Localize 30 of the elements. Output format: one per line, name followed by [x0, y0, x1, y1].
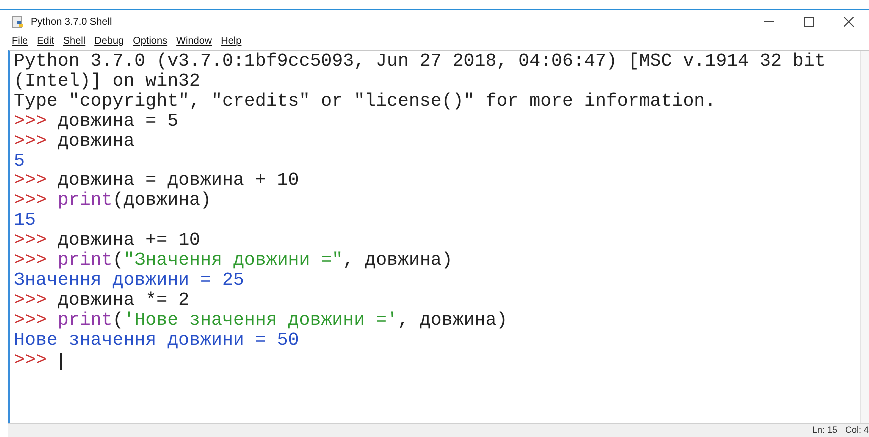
status-text: Col: 4: [845, 424, 869, 437]
console-line: 5: [14, 152, 25, 172]
console-line: >>> довжина += 10: [14, 232, 201, 252]
console-line: Нове значення довжини = 50: [14, 332, 300, 352]
console-line: >>> довжина = довжина + 10: [14, 172, 300, 192]
menu-item[interactable]: Shell: [63, 36, 86, 47]
menu-item[interactable]: Window: [176, 36, 212, 47]
console-line: >>> довжина = 5: [14, 112, 179, 133]
scrollbar[interactable]: [860, 51, 869, 423]
console-line: >>> print("Значення довжини =", довжина): [14, 252, 453, 272]
console-line: (Intel)] on win32: [14, 72, 200, 92]
menu-item[interactable]: File: [12, 36, 28, 47]
console-line: 15: [14, 212, 36, 232]
console-line: >>> print('Нове значення довжини =', довжина): [14, 312, 508, 332]
console-line: Python 3.7.0 (v3.7.0:1bf9cc5093, Jun 27 2018, 04:06:47) [MSC v.1914 32 bit: [14, 53, 826, 72]
console-line: >>> довжина *= 2: [14, 292, 190, 312]
menu-item[interactable]: Help: [221, 36, 242, 47]
console-line: Значення довжини = 25: [14, 272, 244, 292]
window-title: Python 3.7.0 Shell: [31, 16, 114, 28]
menu-item[interactable]: Options: [133, 36, 168, 47]
console-line: >>>: [14, 352, 48, 372]
python-logo-icon: [12, 16, 25, 28]
menu-item[interactable]: Edit: [37, 36, 54, 47]
console-line: >>> print(довжина): [14, 192, 212, 212]
maximize-icon: [804, 17, 814, 27]
console-line: Type "copyright", "credits" or "license()" for more information.: [14, 92, 716, 113]
close-icon: [844, 17, 854, 27]
menu-item[interactable]: Debug: [94, 36, 124, 47]
console-line: >>> довжина: [14, 132, 135, 153]
status-text: Ln: 15: [812, 424, 838, 437]
